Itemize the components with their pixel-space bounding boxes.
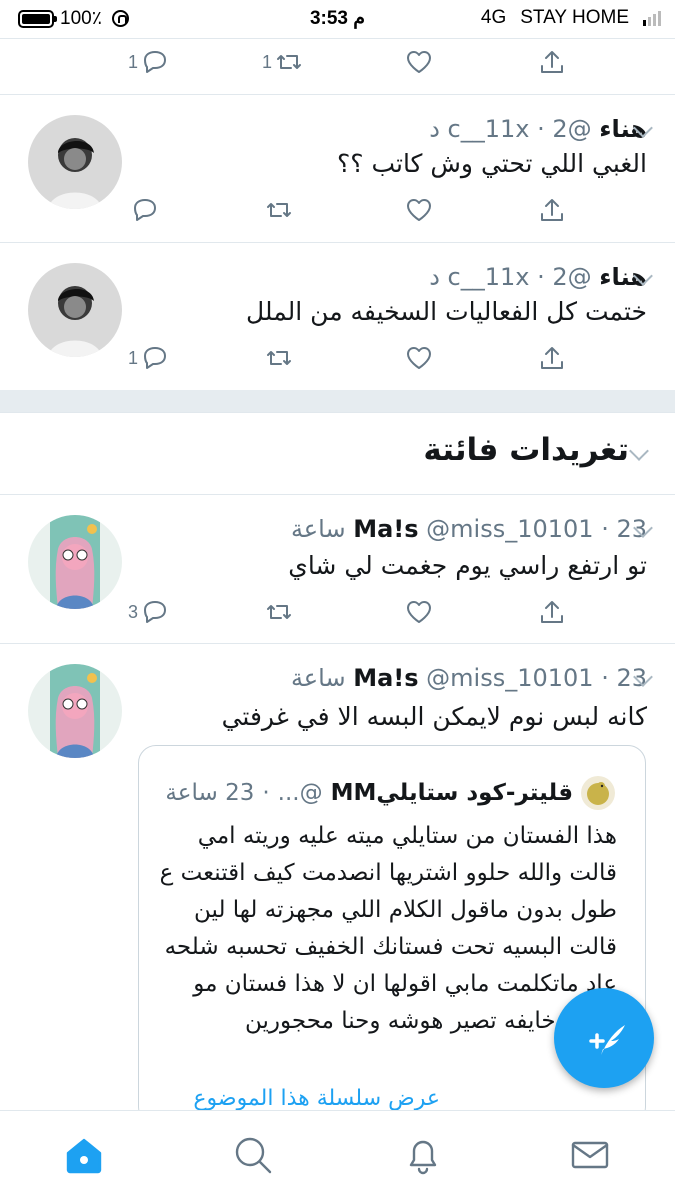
reply-button[interactable]: 1 (128, 42, 169, 82)
section-title: تغريدات فائتة (423, 432, 629, 468)
chevron-down-icon (633, 266, 653, 286)
retweet-button[interactable]: 1 (262, 42, 303, 82)
home-icon (66, 1138, 102, 1174)
tweet-menu-button[interactable] (630, 265, 653, 287)
display-name: قليتر-كود ستايليMM (330, 780, 573, 806)
retweet-icon (277, 55, 302, 69)
tweet-actions: 1 (0, 338, 675, 378)
reply-icon (144, 347, 167, 369)
like-button[interactable] (405, 592, 433, 632)
compose-tweet-button[interactable] (554, 988, 654, 1088)
share-icon (541, 199, 563, 221)
like-icon (407, 51, 431, 73)
retweet-icon (267, 605, 291, 619)
tab-notifications[interactable] (401, 1133, 445, 1177)
reply-count: 3 (128, 601, 139, 622)
like-icon (407, 601, 431, 623)
like-button[interactable] (405, 190, 433, 230)
tab-messages[interactable] (568, 1133, 612, 1177)
chevron-down-icon (633, 667, 653, 687)
reply-button[interactable]: 3 (128, 592, 169, 632)
tweet-text: تو ارتفع راسي يوم جغمت لي شاي (288, 551, 647, 580)
quoted-tweet-text: هذا الفستان من ستايلي ميته عليه وريته ام… (159, 823, 617, 1034)
share-button[interactable] (538, 42, 566, 82)
show-thread-link[interactable]: عرض سلسلة هذا الموضوع (193, 1086, 440, 1111)
chevron-down-icon (633, 518, 653, 538)
retweet-icon (267, 351, 291, 365)
reply-count: 1 (128, 51, 139, 72)
like-icon (407, 199, 431, 221)
search-icon (235, 1137, 272, 1174)
username: @... (277, 780, 323, 806)
carrier-name: STAY HOME (520, 7, 629, 28)
reply-button[interactable] (128, 190, 159, 230)
retweet-icon (267, 203, 291, 217)
username[interactable]: @miss_10101 (426, 664, 593, 692)
status-right: 4G STAY HOME (481, 7, 661, 29)
tweet-text: كانه لبس نوم لايمكن البسه الا في غرفتي (221, 702, 647, 731)
tweet-actions: 3 (0, 592, 675, 632)
username[interactable]: @c__11x (448, 263, 592, 291)
chevron-down-icon (629, 441, 649, 461)
notifications-icon (409, 1140, 437, 1175)
display-name[interactable]: Ma!s (353, 515, 418, 543)
messages-icon (571, 1141, 609, 1169)
avatar (581, 776, 615, 810)
like-icon (407, 347, 431, 369)
tweet-text: الغبي اللي تحتي وش كاتب ؟؟ (336, 149, 647, 178)
tweet-menu-button[interactable] (630, 666, 653, 688)
section-separator (0, 390, 675, 412)
signal-icon (643, 10, 661, 26)
share-icon (541, 601, 563, 623)
tweet-header: Ma!s @miss_10101 · 23 ساعة (290, 515, 647, 543)
tweet-header: هناء @c__11x · 2 د (429, 115, 647, 143)
tweet-menu-button[interactable] (630, 517, 653, 539)
reply-button[interactable]: 1 (128, 338, 169, 378)
share-button[interactable] (538, 190, 566, 230)
retweet-button[interactable] (262, 190, 293, 230)
retweet-count: 1 (262, 51, 273, 72)
reply-count: 1 (128, 347, 139, 368)
compose-icon (589, 1025, 625, 1055)
reply-icon (134, 199, 156, 221)
tweet-actions (0, 190, 675, 230)
network-type: 4G (480, 7, 507, 28)
retweet-button[interactable] (262, 338, 293, 378)
tab-home[interactable] (62, 1133, 106, 1177)
reply-icon (144, 601, 167, 623)
share-icon (541, 347, 563, 369)
tweet-header: Ma!s @miss_10101 · 23 ساعة (290, 664, 647, 692)
reply-icon (144, 51, 167, 73)
username[interactable]: @c__11x (448, 115, 592, 143)
status-bar: 100٪ 3:53 م 4G STAY HOME (0, 0, 675, 38)
like-button[interactable] (405, 338, 433, 378)
timestamp: 23 ساعة (165, 780, 255, 806)
tweet-text: ختمت كل الفعاليات السخيفه من الملل (245, 297, 647, 326)
retweet-button[interactable] (262, 592, 293, 632)
section-menu-button[interactable] (626, 440, 649, 462)
tab-search[interactable] (231, 1133, 275, 1177)
share-icon (541, 51, 563, 73)
share-button[interactable] (538, 592, 566, 632)
avatar[interactable] (28, 664, 122, 758)
bottom-tab-bar (0, 1110, 675, 1200)
quoted-tweet-header: قليتر-كود ستايليMM @... · 23 ساعة (165, 776, 615, 810)
divider (0, 412, 675, 413)
share-button[interactable] (538, 338, 566, 378)
tweet-menu-button[interactable] (630, 117, 653, 139)
display-name[interactable]: Ma!s (353, 664, 418, 692)
chevron-down-icon (633, 118, 653, 138)
tweet-header: هناء @c__11x · 2 د (429, 263, 647, 291)
divider (0, 38, 675, 39)
tweet-actions: 1 1 (0, 42, 675, 82)
username[interactable]: @miss_10101 (426, 515, 593, 543)
like-button[interactable] (405, 42, 433, 82)
